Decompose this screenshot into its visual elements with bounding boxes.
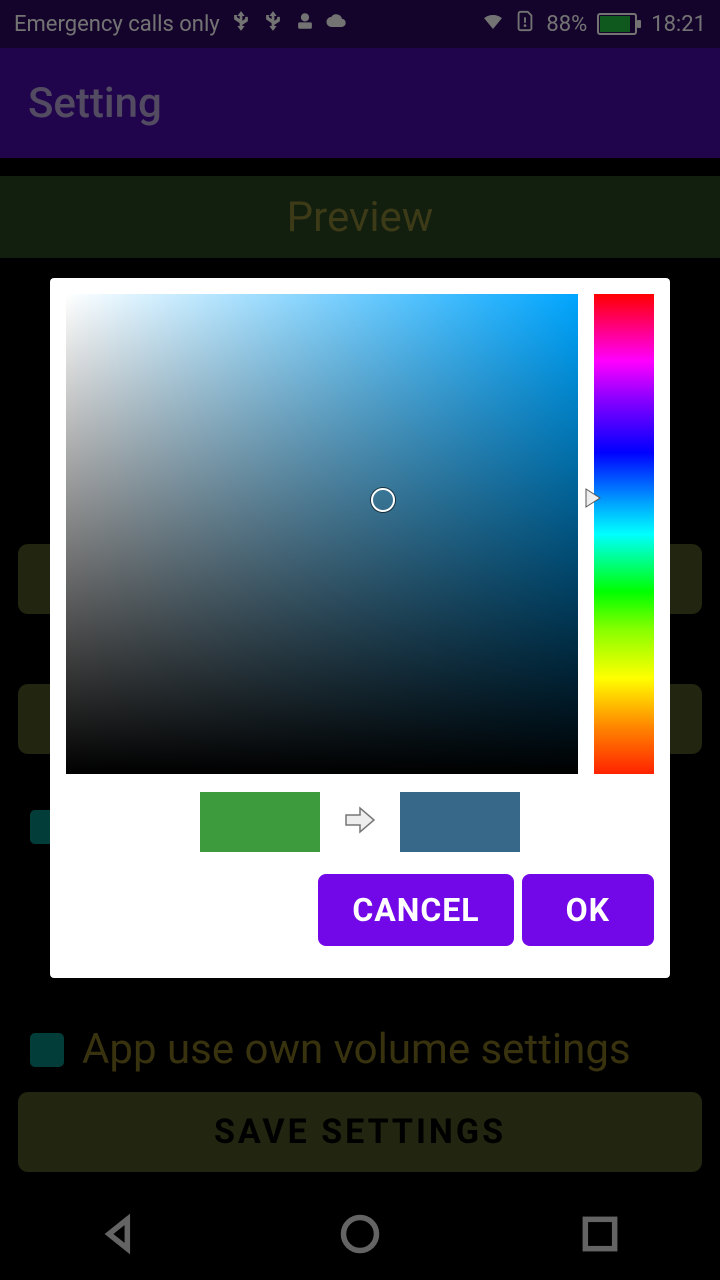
new-color-swatch xyxy=(400,792,520,852)
sv-cursor-icon xyxy=(371,488,395,512)
color-picker-dialog: CANCEL OK xyxy=(50,278,670,978)
swatch-row xyxy=(66,792,654,852)
old-color-swatch xyxy=(200,792,320,852)
hue-slider[interactable] xyxy=(594,294,654,774)
arrow-right-icon xyxy=(340,800,380,844)
cancel-button[interactable]: CANCEL xyxy=(318,874,513,946)
ok-button[interactable]: OK xyxy=(522,874,654,946)
hue-cursor-icon xyxy=(585,488,601,512)
saturation-value-panel[interactable] xyxy=(66,294,578,774)
